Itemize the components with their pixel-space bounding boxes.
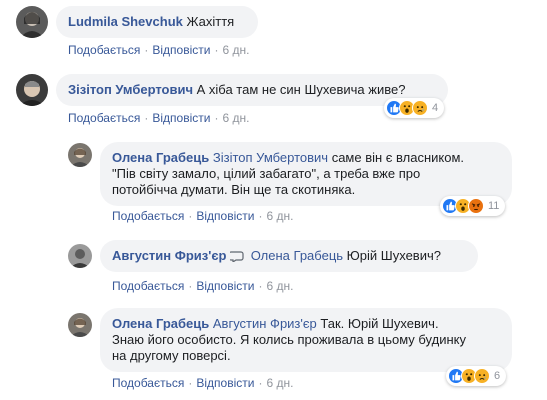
avatar[interactable]	[68, 313, 92, 337]
comment-bubble: Ludmila Shevchuk Жахіття	[56, 6, 258, 38]
like-button[interactable]: Подобається	[112, 209, 184, 223]
comment-bubble: Августин Фриз'єр Олена Грабець Юрій Шухе…	[100, 240, 478, 272]
mention-link[interactable]: Олена Грабець	[251, 248, 343, 263]
comment-author[interactable]: Олена Грабець	[112, 316, 209, 331]
reaction-count: 6	[494, 370, 501, 382]
mention-link[interactable]: Зізітоп Умбертович	[213, 150, 328, 165]
reaction-summary[interactable]: 6	[446, 366, 507, 386]
reaction-count: 11	[488, 200, 500, 212]
mention-link[interactable]: Августин Фриз'єр	[213, 316, 317, 331]
reply-arrow-icon	[228, 250, 244, 264]
angry-icon	[468, 198, 484, 214]
comment-text: на другому поверсі.	[112, 348, 231, 363]
comment-author[interactable]: Ludmila Shevchuk	[68, 14, 183, 29]
sad-icon	[412, 100, 428, 116]
comment-actions: Подобається · Відповісти · 6 дн.	[68, 43, 250, 57]
comment-author[interactable]: Олена Грабець	[112, 150, 209, 165]
comment-text: потойбічча думати. Він ще та скотиняка.	[112, 182, 356, 197]
like-button[interactable]: Подобається	[112, 279, 184, 293]
like-button[interactable]: Подобається	[68, 43, 140, 57]
avatar[interactable]	[68, 143, 92, 167]
sad-icon	[474, 368, 490, 384]
comment-text: Знаю його особисто. Я колись проживала в…	[112, 332, 466, 347]
avatar[interactable]	[16, 6, 48, 38]
comment-timestamp[interactable]: 6 дн.	[266, 209, 293, 223]
reply-button[interactable]: Відповісти	[196, 376, 254, 390]
reaction-count: 4	[432, 102, 439, 114]
comment-bubble: Олена Грабець Августин Фриз'єр Так. Юрій…	[100, 308, 512, 372]
avatar[interactable]	[16, 74, 48, 106]
reply-button[interactable]: Відповісти	[196, 209, 254, 223]
comment-actions: Подобається · Відповісти · 6 дн.	[112, 376, 294, 390]
reply-button[interactable]: Відповісти	[152, 111, 210, 125]
comment-author[interactable]: Зізітоп Умбертович	[68, 82, 193, 97]
comment-timestamp[interactable]: 6 дн.	[266, 376, 293, 390]
comment-timestamp[interactable]: 6 дн.	[222, 43, 249, 57]
comment-author[interactable]: Августин Фриз'єр	[112, 248, 226, 263]
comment-text: Жахіття	[186, 14, 235, 29]
comment-text: Так. Юрій Шухевич.	[320, 316, 439, 331]
reaction-summary[interactable]: 4	[384, 98, 445, 118]
reply-button[interactable]: Відповісти	[196, 279, 254, 293]
comment-actions: Подобається · Відповісти · 6 дн.	[112, 279, 294, 293]
comment-timestamp[interactable]: 6 дн.	[222, 111, 249, 125]
comment-timestamp[interactable]: 6 дн.	[266, 279, 293, 293]
comment-text: саме він є власником.	[331, 150, 465, 165]
reply-button[interactable]: Відповісти	[152, 43, 210, 57]
avatar[interactable]	[68, 244, 92, 268]
like-button[interactable]: Подобається	[68, 111, 140, 125]
comment-text: А хіба там не син Шухевича живе?	[196, 82, 406, 97]
comment-text: Юрій Шухевич?	[346, 248, 441, 263]
comment-text: "Пів світу замало, цілий забагато", а тр…	[112, 166, 421, 181]
like-button[interactable]: Подобається	[112, 376, 184, 390]
reaction-summary[interactable]: 11	[440, 196, 506, 216]
comment-actions: Подобається · Відповісти · 6 дн.	[68, 111, 250, 125]
comment-actions: Подобається · Відповісти · 6 дн.	[112, 209, 294, 223]
